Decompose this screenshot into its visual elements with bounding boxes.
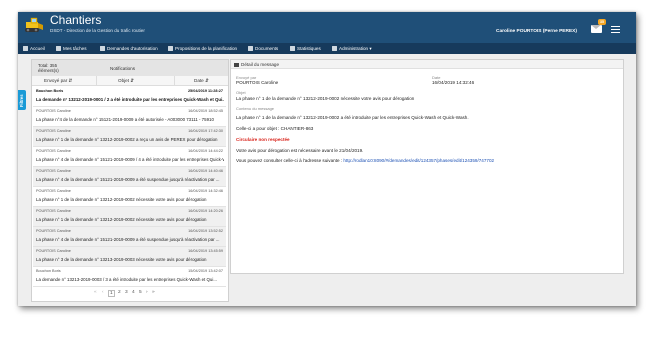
page-1-button[interactable]: 1 xyxy=(108,290,115,297)
main-nav: Accueil Mes tâches Demandes d'autorisati… xyxy=(18,43,636,54)
list-item[interactable]: Bouchon Boris 15/04/2019 13:42:07 La dem… xyxy=(33,267,226,287)
app-subtitle: DSDT - Direction de la Gestion du trafic… xyxy=(50,28,145,33)
first-page-button[interactable]: « xyxy=(94,290,97,295)
nav-authorization-requests[interactable]: Demandes d'autorisation xyxy=(100,43,158,54)
content-line: Celle-ci a pour objet : CHANTIER-863 xyxy=(236,126,314,131)
date-value: 16/04/2019 14:32:46 xyxy=(432,80,475,85)
message-detail-header: Détail du message xyxy=(231,60,623,69)
chart-icon xyxy=(290,46,295,51)
notifications-panel: Total: 355 élément(s) Notifications Envo… xyxy=(31,59,229,302)
sort-by-sender-button[interactable]: Envoyé par ⇵ xyxy=(44,76,72,86)
app-window: Chantiers DSDT - Direction de la Gestion… xyxy=(18,12,636,306)
last-page-button[interactable]: » xyxy=(152,290,155,295)
bulldozer-logo-icon xyxy=(25,17,43,32)
page-3-button[interactable]: 3 xyxy=(125,290,128,295)
page-2-button[interactable]: 2 xyxy=(118,290,121,295)
filters-tab[interactable]: Filtres xyxy=(18,90,26,110)
content-line: La phase n° 1 de la demande n° 13212-201… xyxy=(236,115,469,120)
list-item[interactable]: POURTOIS Caroline 16/04/2019 14:44:22 La… xyxy=(33,147,226,167)
subject-value: La phase n° 1 de la demande n° 13212-201… xyxy=(236,96,415,101)
sort-row: Envoyé par ⇵ Objet ⇵ Date ⇵ xyxy=(32,76,228,86)
document-icon xyxy=(248,46,253,51)
nav-home[interactable]: Accueil xyxy=(23,43,45,54)
user-name[interactable]: Caroline POURTOIS (Perne PEREX) xyxy=(496,29,577,34)
nav-my-tasks[interactable]: Mes tâches xyxy=(56,43,87,54)
tasks-icon xyxy=(56,46,61,51)
nav-planning-proposals[interactable]: Propositions de la planification xyxy=(168,43,237,54)
circular-warning: Circulaire non respectée xyxy=(236,137,290,142)
notifications-title: Notifications xyxy=(110,66,136,71)
folder-icon xyxy=(168,46,173,51)
envelope-icon xyxy=(234,62,239,67)
home-icon xyxy=(23,46,28,51)
request-link[interactable]: http://rodlan10:8090/#/demandes/edit/124… xyxy=(343,158,494,163)
sort-by-date-button[interactable]: Date ⇵ xyxy=(194,76,209,86)
app-title: Chantiers xyxy=(50,13,102,27)
hamburger-menu-icon[interactable] xyxy=(611,26,620,34)
list-item[interactable]: POURTOIS Caroline 16/04/2019 13:52:52 La… xyxy=(33,227,226,247)
deadline-text: Votre avis pour dérogation est nécessair… xyxy=(236,148,364,153)
top-bar: Chantiers DSDT - Direction de la Gestion… xyxy=(18,12,636,43)
list-item[interactable]: Bouchon Boris 25/04/2019 11:28:27 La dem… xyxy=(33,87,226,107)
total-count: Total: 355 élément(s) xyxy=(38,63,59,73)
nav-documents[interactable]: Documents xyxy=(248,43,278,54)
consult-text: Vous pouvez consulter celle-ci à l'adres… xyxy=(236,158,495,163)
message-detail-panel: Détail du message Envoyé par POURTOIS Ca… xyxy=(230,59,624,274)
sender-value: POURTOIS Caroline xyxy=(236,80,279,85)
sort-divider xyxy=(174,76,175,86)
nav-administration[interactable]: Administration ▾ xyxy=(332,43,372,54)
list-item[interactable]: POURTOIS Caroline 16/04/2019 14:20:26 La… xyxy=(33,207,226,227)
page-4-button[interactable]: 4 xyxy=(132,290,135,295)
page-5-button[interactable]: 5 xyxy=(139,290,142,295)
pagination: « ‹ 1 2 3 4 5 › » xyxy=(32,288,228,300)
list-item[interactable]: POURTOIS Caroline 16/04/2019 17:42:30 La… xyxy=(33,127,226,147)
content-label: Contenu du message xyxy=(236,106,275,111)
mail-icon[interactable] xyxy=(591,25,602,33)
list-item[interactable]: POURTOIS Caroline 16/04/2019 14:40:46 La… xyxy=(33,167,226,187)
notifications-header: Total: 355 élément(s) Notifications xyxy=(32,60,228,76)
sort-by-subject-button[interactable]: Objet ⇵ xyxy=(118,76,134,86)
list-item[interactable]: POURTOIS Caroline 16/04/2019 13:45:59 La… xyxy=(33,247,226,267)
prev-page-button[interactable]: ‹ xyxy=(102,290,104,295)
list-item[interactable]: POURTOIS Caroline 16/04/2019 14:32:46 La… xyxy=(33,187,226,207)
nav-statistics[interactable]: Statistiques xyxy=(290,43,321,54)
mail-badge: 35 xyxy=(598,19,606,25)
next-page-button[interactable]: › xyxy=(146,290,148,295)
message-detail-title: Détail du message xyxy=(241,62,280,67)
sort-divider xyxy=(96,76,97,86)
list-item[interactable]: POURTOIS Caroline 16/04/2019 18:52:45 La… xyxy=(33,107,226,127)
globe-icon xyxy=(332,46,337,51)
list-icon xyxy=(100,46,105,51)
subject-label: Objet xyxy=(236,90,246,95)
